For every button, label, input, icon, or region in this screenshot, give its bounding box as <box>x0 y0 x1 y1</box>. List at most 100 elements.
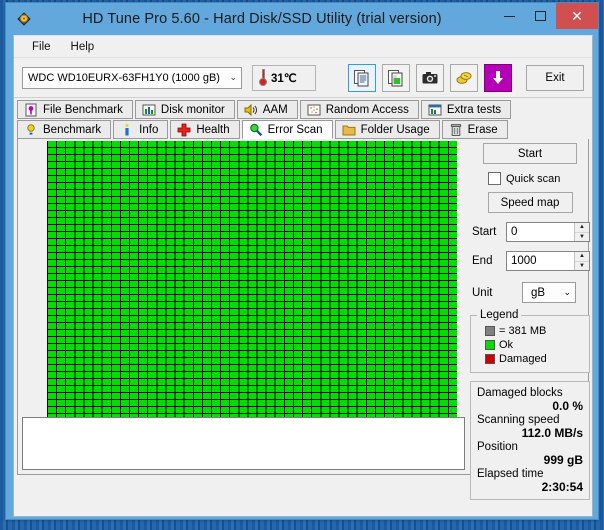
legend-damaged-row: Damaged <box>485 352 583 366</box>
start-stepper[interactable]: ▲ ▼ <box>574 223 589 241</box>
end-field-label: End <box>472 255 493 267</box>
tab-label: File Benchmark <box>43 103 123 116</box>
start-input[interactable]: 0 ▲ ▼ <box>506 222 590 242</box>
close-button[interactable]: ✕ <box>556 3 598 29</box>
health-cross-icon <box>177 123 191 137</box>
start-input-value: 0 <box>511 226 518 238</box>
copy-graph-icon[interactable] <box>382 63 410 92</box>
quick-scan-row[interactable]: Quick scan <box>488 172 590 185</box>
menu-bar: File Help <box>14 36 592 58</box>
tab-info[interactable]: Info <box>113 120 169 139</box>
tab-label: Health <box>196 123 230 136</box>
scanning-speed-value: 112.0 MB/s <box>521 426 583 440</box>
tab-label: Benchmark <box>43 123 102 136</box>
temperature-value: 31℃ <box>271 72 297 85</box>
legend-block-size-label: = 381 MB <box>499 325 547 337</box>
stepper-up-icon[interactable]: ▲ <box>575 252 589 262</box>
drive-select[interactable]: WDC WD10EURX-63FH1Y0 (1000 gB) ⌄ <box>22 66 242 89</box>
toolbar: WDC WD10EURX-63FH1Y0 (1000 gB) ⌄ 31℃ Exi… <box>14 58 592 98</box>
drive-select-value: WDC WD10EURX-63FH1Y0 (1000 gB) <box>28 71 220 84</box>
legend-ok-label: Ok <box>499 339 514 351</box>
tab-aam[interactable]: AAM <box>236 100 298 119</box>
tab-label: Extra tests <box>446 103 502 116</box>
stats-group: Damaged blocks 0.0 % Scanning speed 112.… <box>470 381 590 500</box>
disk-monitor-icon <box>142 103 156 117</box>
application-window: HD Tune Pro 5.60 - Hard Disk/SSD Utility… <box>5 2 599 520</box>
tab-benchmark[interactable]: Benchmark <box>17 120 112 139</box>
tab-folder-usage[interactable]: Folder Usage <box>334 120 440 139</box>
end-stepper[interactable]: ▲ ▼ <box>574 252 589 270</box>
tab-label: Erase <box>467 123 498 136</box>
tab-row-bottom: Benchmark Info Health Error Scan Folder … <box>17 120 589 139</box>
damaged-blocks-value: 0.0 % <box>552 399 583 413</box>
unit-select-value: gB <box>531 286 546 299</box>
toolbar-buttons <box>348 63 512 92</box>
title-bar: HD Tune Pro 5.60 - Hard Disk/SSD Utility… <box>6 3 598 35</box>
damaged-blocks-label: Damaged blocks <box>477 387 563 399</box>
speed-map-label: Speed map <box>500 196 560 209</box>
info-icon <box>120 123 134 137</box>
lightbulb-icon <box>24 123 38 137</box>
tab-extra-tests[interactable]: Extra tests <box>420 100 512 119</box>
error-scan-block-map[interactable] <box>47 141 457 449</box>
speaker-icon <box>244 103 258 117</box>
tab-health[interactable]: Health <box>170 120 240 139</box>
tab-random-access[interactable]: Random Access <box>299 100 419 119</box>
tab-erase[interactable]: Erase <box>441 120 508 139</box>
tab-disk-monitor[interactable]: Disk monitor <box>134 100 235 119</box>
stepper-down-icon[interactable]: ▼ <box>575 233 589 242</box>
folder-icon <box>342 123 356 137</box>
end-input[interactable]: 1000 ▲ ▼ <box>506 251 590 271</box>
legend-block-size-row: = 381 MB <box>485 324 583 338</box>
start-button[interactable]: Start <box>483 143 577 164</box>
tab-error-scan[interactable]: Error Scan <box>241 120 333 139</box>
thermometer-icon <box>259 69 267 86</box>
chevron-down-icon: ⌄ <box>229 72 237 82</box>
legend-ok-row: Ok <box>485 338 583 352</box>
quick-scan-label: Quick scan <box>506 172 561 185</box>
elapsed-time-value: 2:30:54 <box>541 480 583 494</box>
unit-select[interactable]: gB ⌄ <box>522 282 576 303</box>
coins-icon[interactable] <box>450 63 478 92</box>
position-value: 999 gB <box>543 453 583 467</box>
error-scan-panel: Start Quick scan Speed map Start 0 ▲ ▼ E… <box>17 139 590 500</box>
file-benchmark-icon <box>24 103 38 117</box>
start-button-label: Start <box>517 147 543 160</box>
block-size-swatch <box>485 326 495 336</box>
ok-swatch <box>485 340 495 350</box>
exit-button[interactable]: Exit <box>526 64 584 91</box>
extra-tests-icon <box>428 103 442 117</box>
download-arrow-icon[interactable] <box>484 63 512 92</box>
hdd-diamond-icon <box>15 10 33 28</box>
stepper-down-icon[interactable]: ▼ <box>575 262 589 271</box>
quick-scan-checkbox[interactable] <box>488 172 501 185</box>
tab-file-benchmark[interactable]: File Benchmark <box>17 100 133 119</box>
elapsed-time-label: Elapsed time <box>477 468 544 480</box>
legend-title: Legend <box>477 309 522 321</box>
end-offset-row: End 1000 ▲ ▼ <box>470 251 590 271</box>
legend-group: Legend = 381 MB Ok Damaged <box>470 309 590 373</box>
tab-label: Info <box>139 123 159 136</box>
tab-label: Disk monitor <box>160 103 225 116</box>
unit-label: Unit <box>472 286 493 299</box>
magnifier-icon <box>249 123 263 137</box>
speed-map-button[interactable]: Speed map <box>487 192 573 213</box>
trash-icon <box>449 123 463 137</box>
menu-item-help[interactable]: Help <box>61 39 105 55</box>
tab-row-top: File Benchmark Disk monitor AAM Random A… <box>17 100 589 119</box>
chevron-down-icon: ⌄ <box>563 287 571 297</box>
unit-row: Unit gB ⌄ <box>470 282 590 303</box>
screenshot-camera-icon[interactable] <box>416 63 444 92</box>
tab-label: AAM <box>262 103 288 116</box>
log-output[interactable] <box>22 417 465 470</box>
temperature-indicator: 31℃ <box>252 64 316 91</box>
random-access-icon <box>307 103 321 117</box>
stepper-up-icon[interactable]: ▲ <box>575 223 589 233</box>
scan-controls: Start Quick scan Speed map Start 0 ▲ ▼ E… <box>470 141 590 500</box>
damaged-swatch <box>485 354 495 364</box>
copy-report-icon[interactable] <box>348 63 376 92</box>
menu-item-file[interactable]: File <box>22 39 61 55</box>
maximize-button[interactable] <box>525 3 556 29</box>
minimize-button[interactable] <box>494 3 525 29</box>
tab-bar: File Benchmark Disk monitor AAM Random A… <box>14 98 592 139</box>
